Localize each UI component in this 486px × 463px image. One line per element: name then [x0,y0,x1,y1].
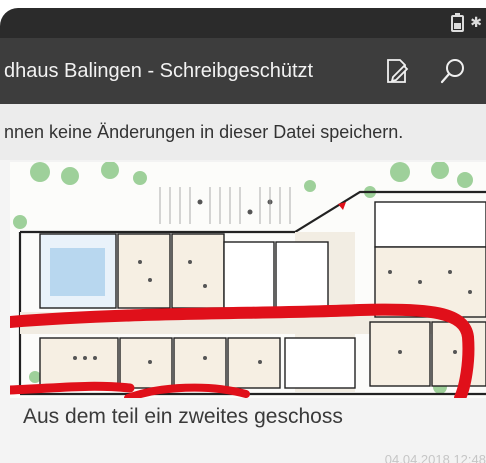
edit-document-icon [387,59,409,83]
edit-button[interactable] [382,56,412,86]
search-button[interactable] [438,56,468,86]
battery-icon [451,13,465,32]
app-window: ✱ dhaus Balingen - Schreibgeschützt nnen… [0,8,486,463]
floor-plan-drawing [10,162,486,398]
floor-plan-image[interactable] [10,162,486,398]
read-only-notice-text: nnen keine Änderungen in dieser Datei sp… [4,122,404,142]
app-bar: dhaus Balingen - Schreibgeschützt [0,38,486,104]
bluetooth-icon: ✱ [470,15,482,31]
search-icon [440,59,464,84]
note-caption: Aus dem teil ein zweites geschoss [23,405,343,428]
read-only-notice: nnen keine Änderungen in dieser Datei sp… [0,104,486,160]
note-timestamp: 04.04.2018 12:48 [384,452,486,463]
status-bar: ✱ [0,8,486,38]
note-card[interactable]: Aus dem teil ein zweites geschoss 04.04.… [10,160,486,463]
document-title: dhaus Balingen - Schreibgeschützt [4,60,314,82]
